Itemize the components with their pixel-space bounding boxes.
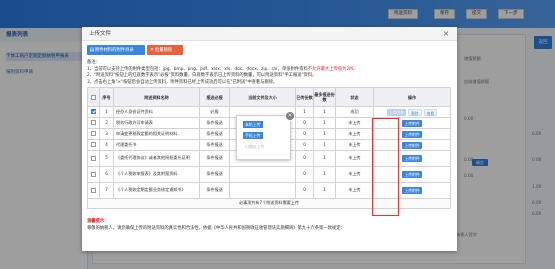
max-count: 1 — [313, 117, 336, 129]
requirement-type: 条件报送 — [199, 166, 230, 183]
row-checkbox[interactable] — [91, 109, 96, 115]
upload-column-highlight — [372, 118, 399, 216]
attachment-name: 代理委托书 — [113, 139, 200, 151]
tips-block: 温馨提示： 尊敬的纳税人，请您确保上传的附送资料的真实性和合法性。依据《中华人民… — [87, 219, 452, 232]
select-all-checkbox[interactable] — [91, 94, 96, 100]
uploaded-count: 1 — [295, 106, 314, 118]
column-header: 序号 — [99, 87, 114, 107]
attachment-name: 《个人税收申报表》及其附报资料 — [113, 166, 200, 183]
requirement-type: 条件报送 — [199, 117, 230, 129]
uploaded-count: 0 — [295, 117, 314, 129]
column-header: 附送资料名称 — [113, 87, 200, 107]
row-checkbox[interactable] — [91, 131, 96, 137]
row-checkbox-cell[interactable] — [87, 150, 100, 167]
upload-status: 未上传 — [335, 128, 374, 140]
row-number: 2 — [99, 117, 114, 129]
upload-method-popup: 本机上传 手机上传 扫描仪上传 — [236, 115, 291, 160]
row-checkbox[interactable] — [91, 171, 96, 177]
delete-attachment-button[interactable]: 删除 — [408, 108, 422, 116]
upload-status: 未上传 — [335, 150, 374, 167]
requirement-type: 条件报送 — [199, 150, 230, 167]
column-header: 最多报送份数 — [313, 87, 336, 107]
upload-status: 未上传 — [335, 117, 374, 129]
file-size — [229, 182, 296, 199]
row-checkbox[interactable] — [91, 142, 96, 148]
row-checkbox-cell[interactable] — [87, 117, 100, 129]
scanner-upload-option: 扫描仪上传 — [245, 144, 265, 149]
dialog-title: 上传文件 — [82, 27, 457, 41]
upload-status: 未上传 — [335, 139, 374, 151]
column-header: 状态 — [335, 87, 374, 107]
upload-attachment-button[interactable]: 上传附件 — [402, 130, 422, 138]
select-all-header[interactable] — [87, 87, 100, 107]
dialog-title-text: 上传文件 — [89, 31, 112, 37]
column-header: 当前文件及大小 — [229, 87, 296, 107]
max-count: 1 — [313, 166, 336, 183]
max-count: 1 — [313, 106, 336, 118]
row-number: 6 — [99, 166, 114, 183]
table-header-row: 序号 附送资料名称 报送必报 当前文件及大小 已传份数 最多报送份数 状态 操作 — [87, 87, 451, 107]
max-count: 1 — [313, 150, 336, 167]
close-icon[interactable]: × — [441, 29, 451, 39]
attachment-name: 《委托代理协议》或者其他授权委托证明 — [113, 150, 200, 167]
tips-text: 尊敬的纳税人，请您确保上传的附送资料的真实性和合法性。依据《中华人民共和国税收征… — [87, 225, 345, 231]
row-checkbox-cell[interactable] — [87, 139, 100, 151]
max-count: 1 — [313, 182, 336, 199]
batch-delete-button[interactable]: ✕批量删除 — [147, 45, 183, 55]
popup-close-icon[interactable]: × — [285, 111, 295, 121]
notes-line-1-end: 。 — [352, 66, 358, 72]
column-header: 报送必报 — [199, 87, 230, 107]
attachment-name: 《个人税收定期定额业务核定通知书》 — [113, 182, 200, 199]
notes-line-1-warning: 不允许最大上传值为2M — [307, 66, 353, 72]
notes-block: 备注： 1、当前可以支持上传的附件类型包括：jpg、bmp、png、pdf、xl… — [87, 60, 452, 86]
max-count: 1 — [313, 128, 336, 140]
mobile-upload-option[interactable]: 手机上传 — [243, 132, 263, 139]
notes-line-1-text: 1、当前可以支持上传的附件类型包括：jpg、bmp、png、pdf、xlsx、x… — [87, 66, 308, 72]
row-number: 1 — [99, 106, 114, 118]
max-count: 1 — [313, 139, 336, 151]
upload-attachment-button[interactable]: 上传附件 — [402, 119, 422, 127]
row-checkbox-cell[interactable] — [87, 106, 100, 118]
requirement-type: 条件报送 — [199, 182, 230, 199]
requirement-type: 条件报送 — [199, 139, 230, 151]
row-actions: 上传附件 删除 查看 — [373, 106, 451, 118]
upload-attachment-button[interactable]: 上传附件 — [402, 155, 422, 162]
uploaded-count: 0 — [295, 150, 314, 167]
add-attachment-button[interactable]: ▤附件材料的附件目录 — [87, 45, 145, 55]
upload-attachment-button[interactable]: 上传附件 — [402, 187, 422, 194]
upload-attachment-button[interactable]: 上传附件 — [402, 141, 422, 149]
local-upload-option[interactable]: 本机上传 — [243, 121, 263, 128]
upload-status: 成功 — [335, 106, 374, 118]
add-attachment-label: 附件材料的附件目录 — [95, 48, 134, 53]
row-number: 3 — [99, 128, 114, 140]
column-header: 已传份数 — [295, 87, 314, 107]
row-number: 5 — [99, 150, 114, 167]
upload-status: 未上传 — [335, 166, 374, 183]
row-number: 7 — [99, 182, 114, 199]
row-checkbox-cell[interactable] — [87, 166, 100, 183]
requirement-type: 必报 — [199, 106, 230, 118]
batch-delete-label: 批量删除 — [155, 48, 173, 53]
notes-line-3: 3、点击右上角"×"按钮后会自动上传资料，附件资料已经上传成功后可以在"已附送"… — [87, 79, 278, 85]
column-header: 操作 — [373, 87, 451, 107]
uploaded-count: 0 — [295, 128, 314, 140]
uploaded-count: 0 — [295, 166, 314, 183]
upload-status: 未上传 — [335, 182, 374, 199]
view-attachment-button[interactable]: 查看 — [423, 108, 438, 116]
row-checkbox[interactable] — [91, 155, 96, 161]
row-checkbox-cell[interactable] — [87, 182, 100, 199]
attachment-name: 税务行政许可申请表 — [113, 117, 200, 129]
uploaded-count: 0 — [295, 139, 314, 151]
row-checkbox[interactable] — [91, 187, 96, 193]
upload-attachment-button[interactable]: 上传附件 — [386, 108, 406, 116]
attachment-name: 申请变更税款定额的相关证明材料 — [113, 128, 200, 140]
row-number: 4 — [99, 139, 114, 151]
row-checkbox-cell[interactable] — [87, 128, 100, 140]
row-checkbox[interactable] — [91, 120, 96, 126]
requirement-type: 条件报送 — [199, 128, 230, 140]
attachment-name: 经办人身份证件资料 — [113, 106, 200, 118]
uploaded-count: 0 — [295, 182, 314, 199]
upload-attachment-button[interactable]: 上传附件 — [402, 171, 422, 178]
file-size — [229, 166, 296, 183]
